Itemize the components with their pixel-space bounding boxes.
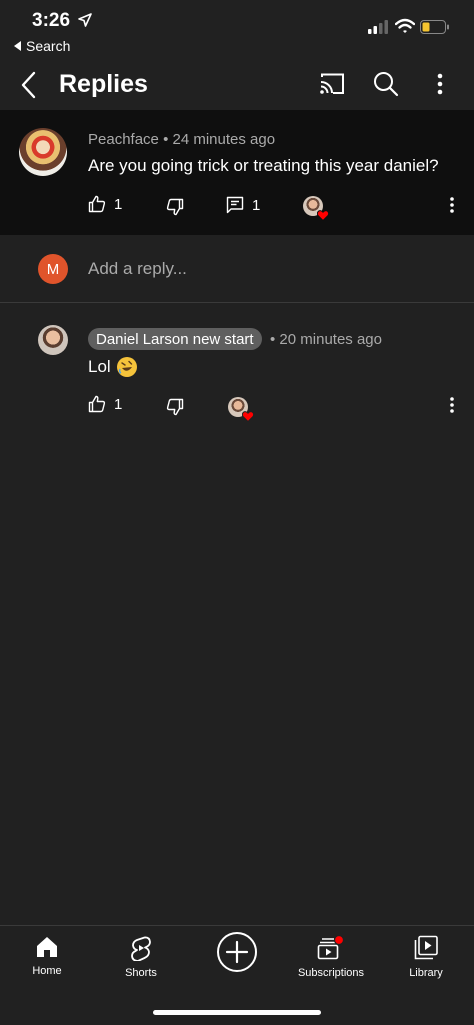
heart-icon xyxy=(242,411,254,422)
avatar[interactable] xyxy=(38,325,68,355)
creator-avatar xyxy=(303,196,329,221)
like-count: 1 xyxy=(114,195,123,213)
plus-icon xyxy=(225,940,249,964)
more-vert-icon xyxy=(450,197,454,213)
comment-text: Are you going trick or treating this yea… xyxy=(88,156,439,175)
creator-heart-badge xyxy=(303,196,329,221)
page-title: Replies xyxy=(59,70,148,98)
meta-separator: • xyxy=(270,331,280,348)
divider xyxy=(0,302,474,303)
back-to-search-button[interactable]: Search xyxy=(14,38,70,54)
comment-more-button[interactable] xyxy=(443,195,461,215)
more-vert-icon xyxy=(450,397,454,413)
comment-time: 24 minutes ago xyxy=(172,131,276,148)
reply-text-row: Lol xyxy=(88,357,137,377)
rolling-laughing-emoji-icon xyxy=(116,357,137,377)
back-triangle-icon xyxy=(14,41,22,51)
creator-avatar xyxy=(228,397,254,422)
thumbs-up-icon xyxy=(88,395,106,413)
creator-author-badge[interactable]: Daniel Larson new start xyxy=(88,328,262,350)
home-indicator xyxy=(153,1010,321,1015)
avatar[interactable] xyxy=(19,128,67,176)
nav-subscriptions-label: Subscriptions xyxy=(297,967,365,979)
shorts-icon xyxy=(131,936,151,961)
thumbs-down-icon xyxy=(166,398,184,416)
like-button[interactable]: 1 xyxy=(88,395,122,413)
reply-meta: • 20 minutes ago xyxy=(270,331,382,348)
reply-more-button[interactable] xyxy=(443,395,461,415)
nav-home-label: Home xyxy=(32,965,62,977)
add-reply-input[interactable]: Add a reply... xyxy=(88,259,187,279)
location-arrow-icon xyxy=(78,13,92,27)
search-button[interactable] xyxy=(373,71,399,97)
more-vert-icon xyxy=(437,73,443,95)
subscriptions-icon xyxy=(317,935,345,960)
search-icon xyxy=(374,72,399,97)
battery-icon xyxy=(420,20,450,34)
cast-button[interactable] xyxy=(318,71,346,97)
reply-count-button[interactable]: 1 xyxy=(226,196,260,214)
dislike-button[interactable] xyxy=(166,398,184,416)
comment-meta: Peachface • 24 minutes ago xyxy=(88,131,275,148)
back-arrow-icon xyxy=(21,71,36,99)
create-button[interactable] xyxy=(217,932,257,972)
thumbs-down-icon xyxy=(166,198,184,216)
nav-subscriptions[interactable]: Subscriptions xyxy=(284,935,378,979)
wifi-icon xyxy=(395,18,415,34)
heart-icon xyxy=(317,210,329,221)
nav-shorts[interactable]: Shorts xyxy=(94,935,188,979)
more-options-button[interactable] xyxy=(430,71,450,97)
reply-text: Lol xyxy=(88,357,111,376)
user-avatar: M xyxy=(38,254,68,284)
back-search-label: Search xyxy=(26,38,71,54)
reply-time: 20 minutes ago xyxy=(279,331,382,348)
nav-library[interactable]: Library xyxy=(379,935,473,979)
library-icon xyxy=(414,935,438,960)
status-time: 3:26 xyxy=(32,10,71,31)
nav-library-label: Library xyxy=(409,967,443,979)
dislike-button[interactable] xyxy=(166,198,184,216)
reply-count: 1 xyxy=(252,196,261,214)
home-icon xyxy=(37,937,57,957)
signal-icon xyxy=(368,20,388,34)
comment-icon xyxy=(226,196,244,214)
creator-heart-badge xyxy=(228,397,254,422)
thumbs-up-icon xyxy=(88,195,106,213)
cast-icon xyxy=(320,73,344,94)
nav-shorts-label: Shorts xyxy=(125,967,157,979)
like-count: 1 xyxy=(114,395,123,413)
comment-author[interactable]: Peachface xyxy=(88,131,159,148)
back-button[interactable] xyxy=(16,70,46,100)
like-button[interactable]: 1 xyxy=(88,195,122,213)
nav-home[interactable]: Home xyxy=(0,935,94,977)
